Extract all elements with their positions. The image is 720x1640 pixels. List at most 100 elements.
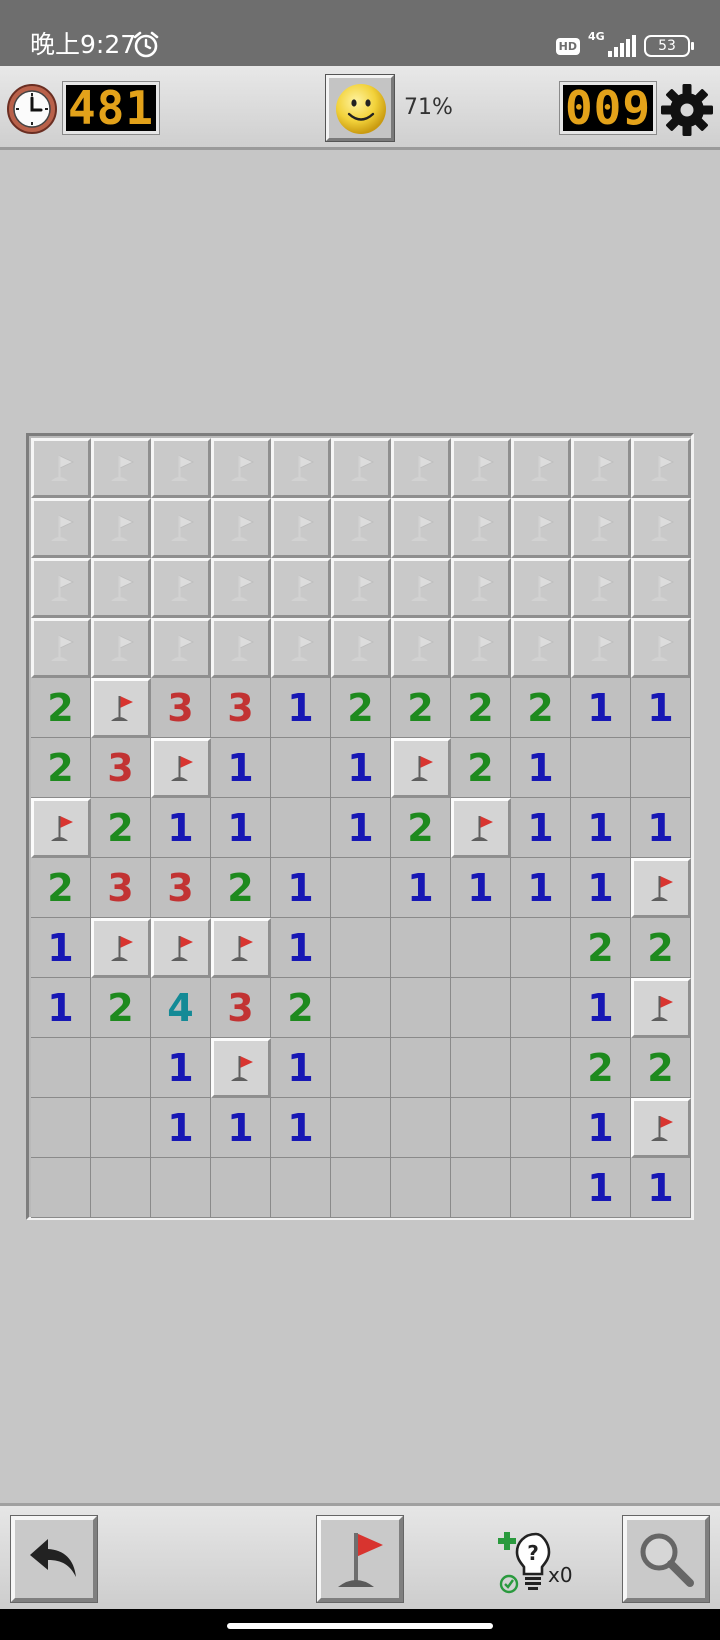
number-cell[interactable]: 1 <box>271 858 331 918</box>
closed-cell[interactable] <box>31 498 91 558</box>
number-cell[interactable]: 3 <box>211 678 271 738</box>
closed-cell[interactable] <box>271 558 331 618</box>
flagged-cell[interactable] <box>451 798 511 858</box>
closed-cell[interactable] <box>631 558 691 618</box>
empty-cell[interactable] <box>331 1098 391 1158</box>
empty-cell[interactable] <box>511 1098 571 1158</box>
closed-cell[interactable] <box>91 498 151 558</box>
empty-cell[interactable] <box>391 1038 451 1098</box>
number-cell[interactable]: 2 <box>391 798 451 858</box>
empty-cell[interactable] <box>331 1158 391 1218</box>
flagged-cell[interactable] <box>631 858 691 918</box>
empty-cell[interactable] <box>451 918 511 978</box>
number-cell[interactable]: 1 <box>511 798 571 858</box>
empty-cell[interactable] <box>631 738 691 798</box>
closed-cell[interactable] <box>631 498 691 558</box>
number-cell[interactable]: 3 <box>151 858 211 918</box>
closed-cell[interactable] <box>511 438 571 498</box>
number-cell[interactable]: 1 <box>271 678 331 738</box>
number-cell[interactable]: 1 <box>331 798 391 858</box>
number-cell[interactable]: 2 <box>451 738 511 798</box>
closed-cell[interactable] <box>331 498 391 558</box>
closed-cell[interactable] <box>511 498 571 558</box>
empty-cell[interactable] <box>31 1158 91 1218</box>
empty-cell[interactable] <box>391 918 451 978</box>
closed-cell[interactable] <box>391 438 451 498</box>
closed-cell[interactable] <box>571 558 631 618</box>
empty-cell[interactable] <box>271 738 331 798</box>
number-cell[interactable]: 2 <box>571 1038 631 1098</box>
closed-cell[interactable] <box>571 498 631 558</box>
number-cell[interactable]: 2 <box>511 678 571 738</box>
empty-cell[interactable] <box>511 1158 571 1218</box>
number-cell[interactable]: 1 <box>571 1158 631 1218</box>
number-cell[interactable]: 1 <box>631 1158 691 1218</box>
number-cell[interactable]: 2 <box>31 738 91 798</box>
closed-cell[interactable] <box>271 618 331 678</box>
home-indicator[interactable] <box>227 1623 493 1629</box>
closed-cell[interactable] <box>331 438 391 498</box>
closed-cell[interactable] <box>451 498 511 558</box>
number-cell[interactable]: 2 <box>571 918 631 978</box>
empty-cell[interactable] <box>331 978 391 1038</box>
number-cell[interactable]: 2 <box>271 978 331 1038</box>
empty-cell[interactable] <box>31 1098 91 1158</box>
number-cell[interactable]: 1 <box>571 978 631 1038</box>
flagged-cell[interactable] <box>211 1038 271 1098</box>
closed-cell[interactable] <box>211 618 271 678</box>
closed-cell[interactable] <box>451 618 511 678</box>
number-cell[interactable]: 1 <box>571 1098 631 1158</box>
new-game-smiley-button[interactable] <box>325 74 395 142</box>
closed-cell[interactable] <box>31 438 91 498</box>
number-cell[interactable]: 3 <box>91 738 151 798</box>
number-cell[interactable]: 4 <box>151 978 211 1038</box>
number-cell[interactable]: 2 <box>91 798 151 858</box>
flagged-cell[interactable] <box>211 918 271 978</box>
number-cell[interactable]: 1 <box>571 798 631 858</box>
number-cell[interactable]: 1 <box>631 798 691 858</box>
number-cell[interactable]: 2 <box>31 858 91 918</box>
number-cell[interactable]: 2 <box>631 1038 691 1098</box>
closed-cell[interactable] <box>571 618 631 678</box>
empty-cell[interactable] <box>331 858 391 918</box>
number-cell[interactable]: 1 <box>571 678 631 738</box>
closed-cell[interactable] <box>91 438 151 498</box>
flag-mode-button[interactable] <box>316 1515 404 1603</box>
closed-cell[interactable] <box>91 558 151 618</box>
closed-cell[interactable] <box>211 438 271 498</box>
number-cell[interactable]: 3 <box>91 858 151 918</box>
flagged-cell[interactable] <box>631 978 691 1038</box>
empty-cell[interactable] <box>91 1098 151 1158</box>
empty-cell[interactable] <box>391 1158 451 1218</box>
number-cell[interactable]: 2 <box>451 678 511 738</box>
number-cell[interactable]: 1 <box>151 1038 211 1098</box>
closed-cell[interactable] <box>31 558 91 618</box>
closed-cell[interactable] <box>631 438 691 498</box>
number-cell[interactable]: 1 <box>331 738 391 798</box>
closed-cell[interactable] <box>331 618 391 678</box>
flagged-cell[interactable] <box>31 798 91 858</box>
closed-cell[interactable] <box>211 558 271 618</box>
closed-cell[interactable] <box>391 618 451 678</box>
empty-cell[interactable] <box>91 1158 151 1218</box>
number-cell[interactable]: 1 <box>451 858 511 918</box>
number-cell[interactable]: 1 <box>151 798 211 858</box>
empty-cell[interactable] <box>31 1038 91 1098</box>
empty-cell[interactable] <box>211 1158 271 1218</box>
closed-cell[interactable] <box>391 498 451 558</box>
number-cell[interactable]: 1 <box>211 1098 271 1158</box>
number-cell[interactable]: 1 <box>511 858 571 918</box>
empty-cell[interactable] <box>511 918 571 978</box>
empty-cell[interactable] <box>331 1038 391 1098</box>
closed-cell[interactable] <box>511 618 571 678</box>
number-cell[interactable]: 2 <box>391 678 451 738</box>
empty-cell[interactable] <box>391 978 451 1038</box>
closed-cell[interactable] <box>391 558 451 618</box>
empty-cell[interactable] <box>271 1158 331 1218</box>
empty-cell[interactable] <box>511 978 571 1038</box>
number-cell[interactable]: 1 <box>31 918 91 978</box>
number-cell[interactable]: 1 <box>271 1038 331 1098</box>
number-cell[interactable]: 3 <box>211 978 271 1038</box>
flagged-cell[interactable] <box>391 738 451 798</box>
number-cell[interactable]: 3 <box>151 678 211 738</box>
